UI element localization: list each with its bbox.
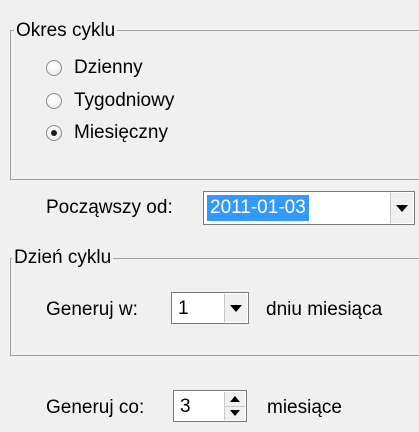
radio-monthly[interactable]: Miesięczny [46,120,168,146]
repeat-every-suffix: miesiące [267,397,342,418]
cycle-day-legend: Dzień cyklu [12,247,114,269]
repeat-every-value[interactable]: 3 [177,394,194,420]
generate-on-label: Generuj w: [46,299,138,320]
radio-weekly-button[interactable] [46,93,62,109]
spinner-down-button[interactable] [225,407,245,421]
chevron-down-icon [230,304,242,312]
spinner-buttons [224,392,245,420]
repeat-every-label: Generuj co: [46,397,145,418]
radio-weekly[interactable]: Tygodniowy [46,88,174,114]
generate-on-day-value[interactable]: 1 [175,296,192,322]
radio-daily[interactable]: Dzienny [46,55,143,81]
chevron-down-icon [230,410,240,417]
cycle-period-legend: Okres cyklu [14,20,118,42]
start-from-label: Począwszy od: [46,197,173,218]
start-date-value[interactable]: 2011-01-03 [207,195,309,221]
radio-weekly-label: Tygodniowy [74,90,175,111]
radio-monthly-button[interactable] [46,125,62,141]
chevron-down-icon [396,204,408,212]
spinner-up-button[interactable] [225,392,245,407]
radio-monthly-label: Miesięczny [74,122,168,143]
generate-on-day-dropdown-button[interactable] [224,294,247,322]
generate-on-day-select[interactable]: 1 [171,292,249,324]
start-date-dropdown-button[interactable] [390,193,413,223]
start-date-picker[interactable]: 2011-01-03 [203,191,415,225]
repeat-every-spinner[interactable]: 3 [173,390,247,422]
radio-daily-button[interactable] [46,60,62,76]
chevron-up-icon [230,395,240,402]
radio-daily-label: Dzienny [74,57,143,78]
generate-on-suffix: dniu miesiąca [266,299,383,320]
